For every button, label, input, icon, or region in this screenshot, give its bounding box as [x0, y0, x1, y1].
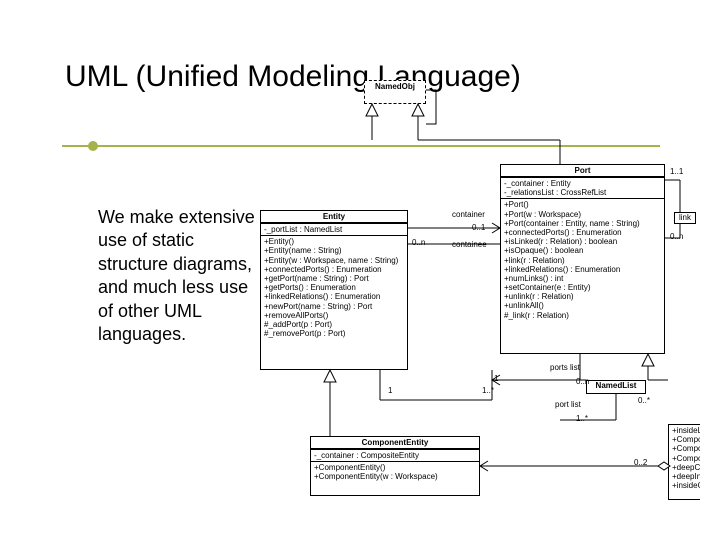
title-dot-icon [88, 141, 98, 151]
class-name: NamedList [587, 381, 645, 390]
class-ops: +Entity() +Entity(name : String) +Entity… [261, 235, 407, 339]
class-ops: +Port() +Port(w : Workspace) +Port(conta… [501, 198, 664, 320]
class-link: link [674, 212, 696, 224]
body-text: We make extensive use of static structur… [98, 206, 263, 346]
class-entity: Entity -_portList : NamedList +Entity() … [260, 210, 408, 370]
mult-label: 1..* [482, 386, 494, 395]
class-componententity: ComponentEntity -_container : CompositeE… [310, 436, 480, 496]
class-name: ComponentEntity [311, 437, 479, 449]
class-compositeentity: +insideLinks() : C +ComponentPo +Compone… [668, 424, 700, 500]
class-name: Port [501, 165, 664, 177]
uml-diagram: NamedObj Entity -_portList : NamedList +… [260, 80, 700, 500]
class-name: Entity [261, 211, 407, 223]
class-port: Port -_container : Entity -_relationsLis… [500, 164, 665, 354]
class-attrs: -_container : CompositeEntity [311, 449, 479, 461]
mult-label: 1 [388, 386, 392, 395]
class-name: NamedObj [365, 81, 425, 92]
mult-label: 1 [494, 374, 498, 383]
mult-label: 0..1 [472, 223, 485, 232]
mult-label: 1..1 [670, 167, 683, 176]
class-attrs: -_container : Entity -_relationsList : C… [501, 177, 664, 198]
class-name: link [675, 213, 695, 222]
class-namedlist: NamedList [586, 380, 646, 394]
role-label-portslist: ports list [550, 363, 580, 372]
role-label-portlist: port list [555, 400, 581, 409]
mult-label: 0..2 [634, 458, 647, 467]
mult-label: 1..* [576, 414, 588, 423]
role-label-container: container [452, 210, 485, 219]
mult-label: 0..n [576, 377, 589, 386]
mult-label: 0..n [412, 238, 425, 247]
class-attrs: -_portList : NamedList [261, 223, 407, 235]
class-namedobj: NamedObj [364, 80, 426, 104]
class-ops: +ComponentEntity() +ComponentEntity(w : … [311, 461, 479, 482]
class-ops: +insideLinks() : C +ComponentPo +Compone… [669, 425, 700, 491]
mult-label: 0..n [670, 232, 683, 241]
role-label-containee: containee [452, 240, 487, 249]
mult-label: 0..* [638, 396, 650, 405]
